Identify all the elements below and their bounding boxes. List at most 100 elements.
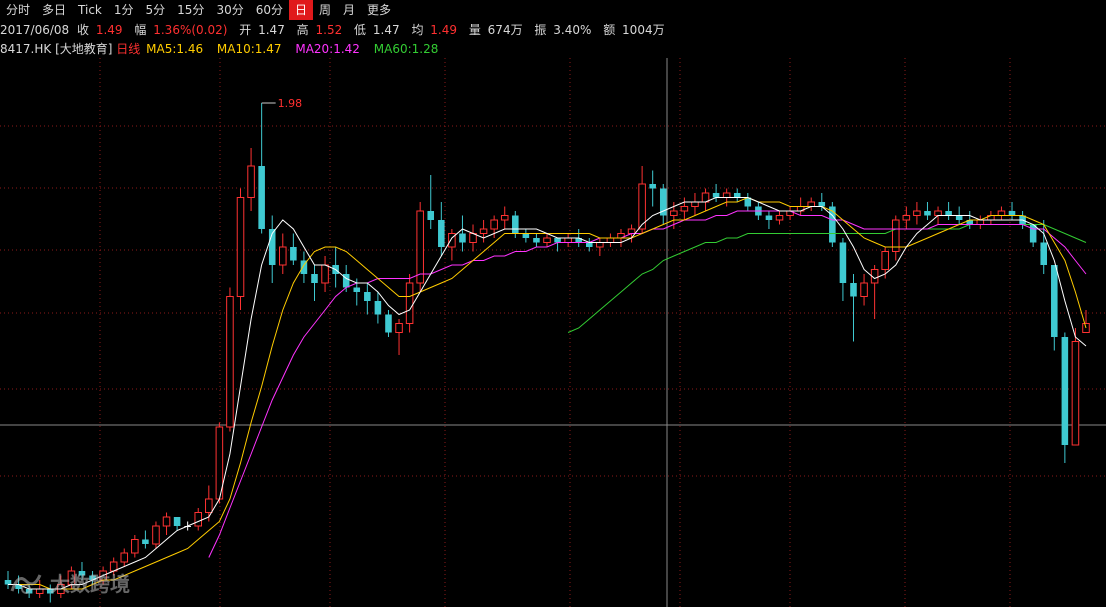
candle-body <box>490 219 498 230</box>
watermark-text: 大数跨境 <box>50 572 130 596</box>
candle-body <box>807 201 815 207</box>
legend-ma20: MA20:1.42 <box>295 42 360 56</box>
tab-10[interactable]: 月 <box>337 0 361 20</box>
tab-3[interactable]: 1分 <box>108 0 140 20</box>
candle-body <box>1071 341 1080 446</box>
quote-date: 2017/06/08 <box>0 23 70 37</box>
candle-body <box>226 296 234 428</box>
change-label: 幅 <box>134 23 147 37</box>
candle-body <box>860 282 868 297</box>
candle-body <box>247 165 255 198</box>
legend-ma60: MA60:1.28 <box>373 42 439 56</box>
tab-8[interactable]: 日 <box>289 0 314 20</box>
ma10-line <box>8 196 1087 590</box>
tab-6[interactable]: 30分 <box>210 0 249 20</box>
candle-body <box>881 251 889 270</box>
candle-body <box>839 242 847 283</box>
candle-body <box>395 323 403 333</box>
candle-body <box>543 237 551 243</box>
candle-body <box>1051 265 1058 337</box>
candle-body <box>945 211 952 216</box>
candle-body <box>131 539 139 554</box>
avg-value: 1.49 <box>430 23 457 37</box>
stock-code: 8417.HK <box>0 42 52 56</box>
candle-body <box>311 274 318 283</box>
candle-body <box>554 238 561 243</box>
candle-body <box>405 282 414 324</box>
candle-body <box>258 166 265 229</box>
amplitude-value: 3.40% <box>553 23 592 37</box>
period-tabs: 分时 多日 Tick 1分 5分 15分 30分 60分日周月更多 <box>0 0 1106 20</box>
candle-body <box>416 210 424 284</box>
candle-body <box>205 498 213 513</box>
tab-5[interactable]: 15分 <box>171 0 210 20</box>
ma20-line <box>208 210 1087 558</box>
candle-body <box>596 242 604 248</box>
watermark-logo-icon <box>10 573 42 594</box>
close-label: 收 <box>77 23 90 37</box>
candle-body <box>606 237 615 243</box>
high-label: 高 <box>296 23 309 37</box>
tab-0[interactable]: 分时 <box>0 0 36 20</box>
low-value: 1.47 <box>372 23 400 37</box>
close-value: 1.49 <box>95 23 123 37</box>
ma5-line <box>8 197 1087 590</box>
volume-value: 674万 <box>487 23 523 37</box>
candle-body <box>902 215 911 221</box>
candle-body <box>955 215 963 220</box>
candle-body <box>290 247 297 261</box>
candle-body <box>364 292 371 301</box>
stock-name: [大地教育] <box>55 42 113 56</box>
candle-body <box>818 202 826 207</box>
candle-body <box>427 211 435 220</box>
period-label: 日线 <box>116 42 141 56</box>
candle-body <box>924 211 931 216</box>
candle-body <box>934 210 942 216</box>
candle-body <box>120 552 129 563</box>
candle-body <box>627 228 636 234</box>
candle-body <box>564 237 572 243</box>
candle-body <box>500 215 509 221</box>
tab-1[interactable]: 多日 <box>36 0 72 20</box>
legend-ma10: MA10:1.47 <box>216 42 282 56</box>
candle-body <box>850 283 857 297</box>
candle-body <box>775 215 784 221</box>
legend-ma5: MA5:1.46 <box>146 42 204 56</box>
candle-body <box>913 210 921 216</box>
candle-body <box>374 301 382 315</box>
chart-legend: 8417.HK [大地教育] 日线 MA5:1.46 MA10:1.47 MA2… <box>0 40 438 58</box>
amplitude-label: 振 <box>534 23 547 37</box>
candlestick-chart[interactable]: 1.98 <box>0 58 1106 607</box>
candle-body <box>533 238 540 243</box>
candle-body <box>162 516 171 527</box>
open-label: 开 <box>239 23 252 37</box>
candle-body <box>680 206 689 212</box>
quote-info-bar: 2017/06/08 收 1.49 幅 1.36%(0.02) 开 1.47 高… <box>0 21 1106 39</box>
candle-body <box>512 215 519 234</box>
candle-body <box>173 517 181 526</box>
candle-body <box>279 246 287 266</box>
volume-label: 量 <box>468 23 481 37</box>
candle-body <box>152 525 160 545</box>
candle-body <box>765 215 773 220</box>
candle-body <box>479 228 488 234</box>
candle-body <box>522 233 530 238</box>
high-marker-label: 1.98 <box>278 97 303 110</box>
tab-9[interactable]: 周 <box>313 0 337 20</box>
tab-4[interactable]: 5分 <box>140 0 172 20</box>
tab-11[interactable]: 更多 <box>361 0 397 20</box>
candle-body <box>236 197 245 297</box>
candle-body <box>438 220 445 247</box>
tab-7[interactable]: 60分 <box>250 0 289 20</box>
tab-2[interactable]: Tick <box>72 0 108 20</box>
candle-body <box>1040 242 1048 265</box>
candle-body <box>649 184 656 189</box>
candle-body <box>142 539 149 544</box>
candle-body <box>585 242 593 247</box>
candle-body <box>733 193 741 198</box>
change-value: 1.36%(0.02) <box>153 23 228 37</box>
candle-body <box>722 192 731 198</box>
candle-body <box>997 210 1006 216</box>
open-value: 1.47 <box>258 23 285 37</box>
candle-body <box>1061 337 1069 445</box>
